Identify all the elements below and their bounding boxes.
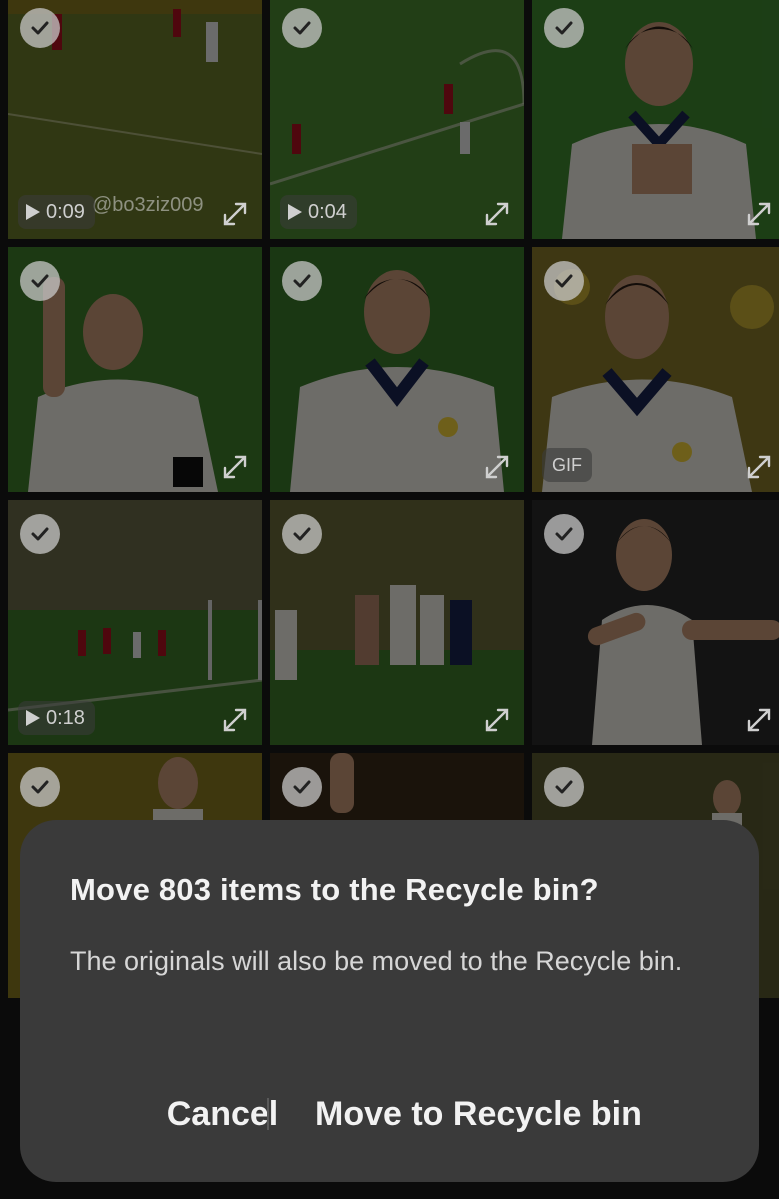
gif-badge: GIF: [542, 448, 592, 482]
selected-check-icon[interactable]: [544, 8, 584, 48]
selected-check-icon[interactable]: [544, 261, 584, 301]
media-tile-photo[interactable]: [270, 500, 524, 745]
selected-check-icon[interactable]: [282, 514, 322, 554]
expand-icon[interactable]: [746, 707, 772, 733]
expand-icon[interactable]: [222, 454, 248, 480]
selected-check-icon[interactable]: [282, 767, 322, 807]
dialog-title: Move 803 items to the Recycle bin?: [70, 872, 599, 907]
selected-check-icon[interactable]: [20, 514, 60, 554]
media-tile-photo[interactable]: [532, 500, 779, 745]
video-duration: 0:04: [308, 200, 347, 223]
expand-icon[interactable]: [222, 707, 248, 733]
video-duration: 0:09: [46, 200, 85, 223]
selected-check-icon[interactable]: [544, 514, 584, 554]
cancel-button[interactable]: Cancel: [167, 1095, 279, 1134]
move-to-recycle-bin-button[interactable]: Move to Recycle bin: [315, 1095, 642, 1134]
selected-check-icon[interactable]: [20, 261, 60, 301]
media-tile-photo[interactable]: [270, 247, 524, 492]
play-icon: [288, 204, 302, 220]
video-duration-badge: 0:04: [280, 195, 357, 229]
selected-check-icon[interactable]: [282, 8, 322, 48]
media-tile-video[interactable]: @bo3ziz009 0:09: [8, 0, 262, 239]
media-tile-photo[interactable]: [532, 0, 779, 239]
expand-icon[interactable]: [222, 201, 248, 227]
expand-icon[interactable]: [484, 707, 510, 733]
dialog-message: The originals will also be moved to the …: [70, 946, 683, 976]
play-icon: [26, 204, 40, 220]
video-duration-badge: 0:09: [18, 195, 95, 229]
video-duration-badge: 0:18: [18, 701, 95, 735]
selected-check-icon[interactable]: [20, 767, 60, 807]
media-tile-video[interactable]: 0:04: [270, 0, 524, 239]
media-tile-photo[interactable]: [8, 247, 262, 492]
media-tile-video[interactable]: 0:18: [8, 500, 262, 745]
play-icon: [26, 710, 40, 726]
expand-icon[interactable]: [484, 454, 510, 480]
expand-icon[interactable]: [484, 201, 510, 227]
expand-icon[interactable]: [746, 454, 772, 480]
video-duration: 0:18: [46, 706, 85, 729]
delete-confirmation-dialog: Move 803 items to the Recycle bin? The o…: [20, 820, 759, 1182]
dialog-actions: Cancel Move to Recycle bin: [20, 1084, 759, 1144]
selected-check-icon[interactable]: [20, 8, 60, 48]
expand-icon[interactable]: [746, 201, 772, 227]
selected-check-icon[interactable]: [282, 261, 322, 301]
selected-check-icon[interactable]: [544, 767, 584, 807]
media-tile-gif[interactable]: GIF: [532, 247, 779, 492]
watermark-text: @bo3ziz009: [92, 194, 204, 216]
